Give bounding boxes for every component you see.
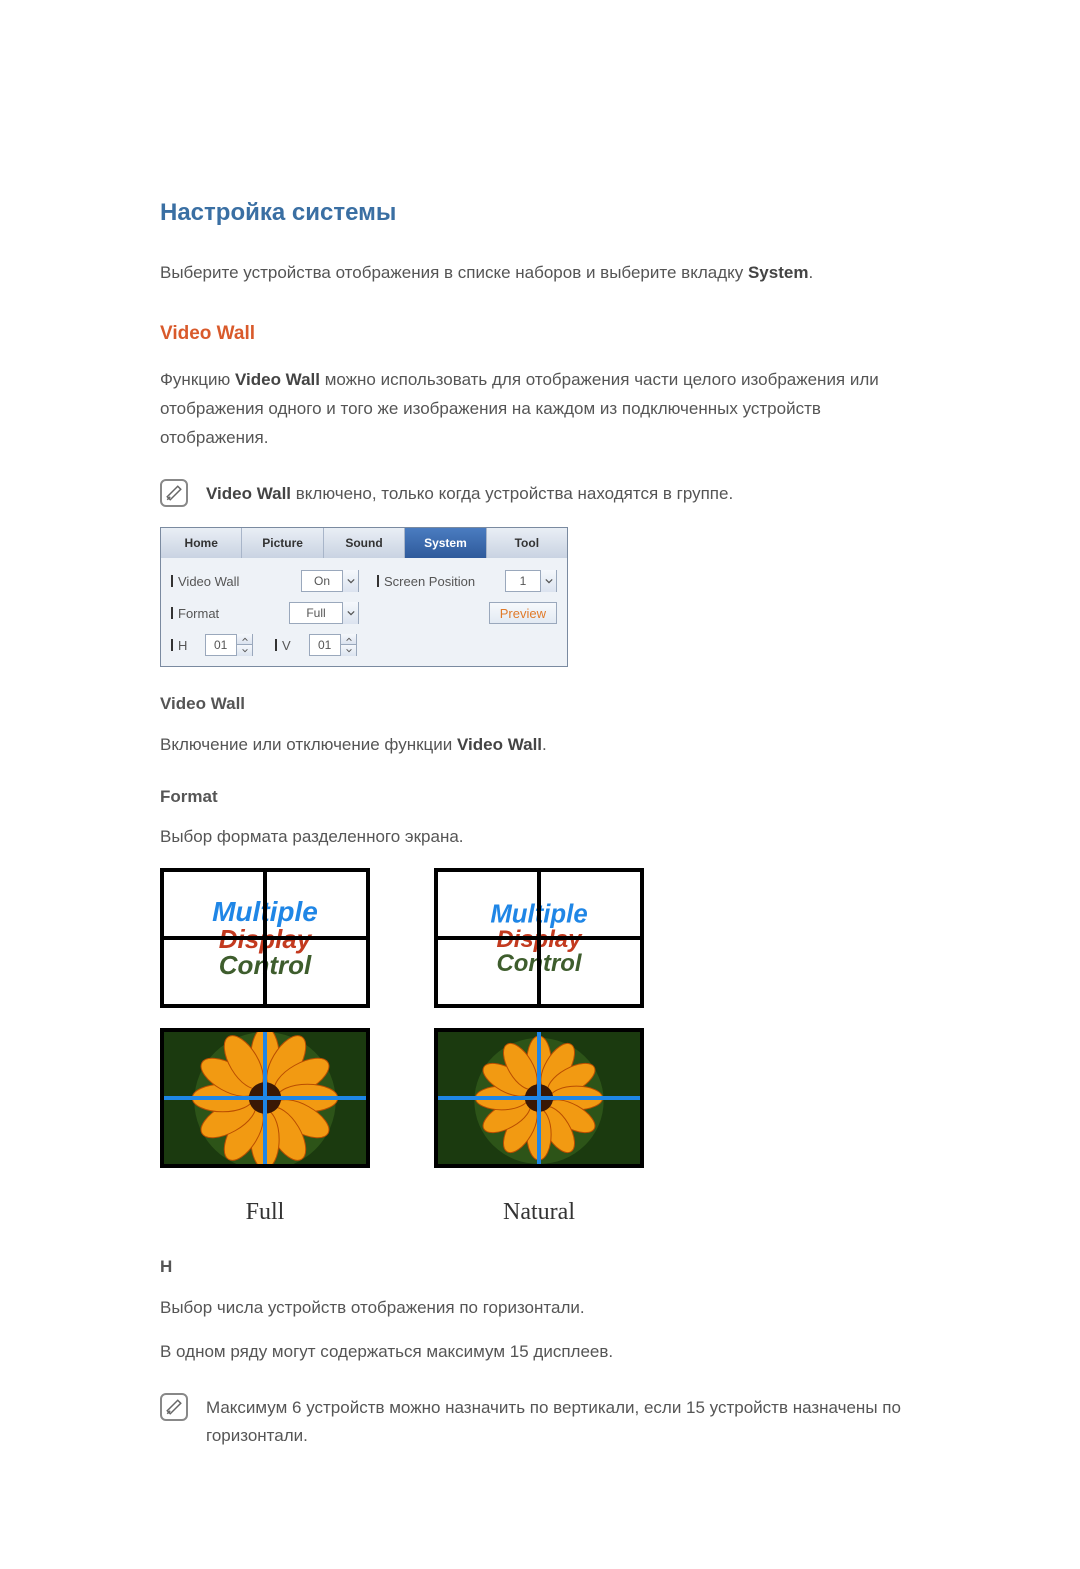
label-video-wall: Video Wall [178,572,239,592]
flower-image [164,1032,366,1164]
panel-body: Video Wall On Screen Position 1 [161,558,567,666]
paragraph-h-max: В одном ряду могут содержаться максимум … [160,1338,920,1367]
intro-text-suffix: . [808,263,813,282]
intro-text-prefix: Выберите устройства отображения в списке… [160,263,748,282]
format-illustrations: Multiple Display Control [160,868,920,1230]
system-panel: Home Picture Sound System Tool Video Wal… [160,527,568,667]
vw-toggle-bold: Video Wall [457,735,542,754]
tab-home[interactable]: Home [161,528,242,558]
field-bar-icon [275,639,277,651]
format-col-full: Multiple Display Control [160,868,370,1230]
paragraph-format-desc: Выбор формата разделенного экрана. [160,823,920,852]
tab-system[interactable]: System [405,528,486,558]
mdc-line3: Control [219,952,311,978]
spinner-h[interactable]: 01 [205,634,253,656]
preview-label: Preview [500,604,546,624]
note-row-1: Video Wall включено, только когда устрой… [160,477,920,507]
flower-image [438,1032,640,1164]
field-bar-icon [171,607,173,619]
tab-bar: Home Picture Sound System Tool [161,528,567,558]
vw-desc-prefix: Функцию [160,370,235,389]
spinner-v[interactable]: 01 [309,634,357,656]
panel-row-1: Video Wall On Screen Position 1 [171,570,557,592]
mdc-line3: Control [496,951,581,975]
pencil-note-icon [160,479,188,507]
combo-video-wall-value: On [302,572,342,590]
subheading-video-wall: Video Wall [160,691,920,717]
subheading-h: H [160,1254,920,1280]
tab-picture[interactable]: Picture [242,528,323,558]
mdc-text: Multiple Display Control [164,872,366,1004]
thumb-mdc-natural: Multiple Display Control [434,868,644,1008]
label-format: Format [178,604,219,624]
spinner-h-value: 01 [206,636,236,654]
thumb-flower-natural [434,1028,644,1168]
field-bar-icon [377,575,379,587]
mdc-line1: Multiple [212,898,318,926]
subheading-format: Format [160,784,920,810]
chevron-down-icon[interactable] [342,570,358,592]
spinner-v-value: 01 [310,636,340,654]
combo-screen-position-value: 1 [506,572,540,590]
paragraph-videowall-desc: Функцию Video Wall можно использовать дл… [160,366,920,453]
label-v: V [282,636,291,656]
label-screen-position: Screen Position [384,572,475,592]
combo-format[interactable]: Full [289,602,359,624]
combo-video-wall[interactable]: On [301,570,359,592]
vw-desc-bold: Video Wall [235,370,320,389]
field-bar-icon [171,639,173,651]
chevron-up-icon[interactable] [341,634,356,645]
note-1-bold: Video Wall [206,484,291,503]
mdc-line2: Display [496,927,581,951]
combo-screen-position[interactable]: 1 [505,570,557,592]
thumb-flower-full [160,1028,370,1168]
format-col-natural: Multiple Display Control [434,868,644,1230]
intro-text-bold: System [748,263,808,282]
tab-tool[interactable]: Tool [487,528,567,558]
heading-system-setup: Настройка системы [160,195,920,231]
field-bar-icon [171,575,173,587]
chevron-down-icon[interactable] [341,645,356,656]
note-1-rest: включено, только когда устройства находя… [291,484,733,503]
paragraph-videowall-toggle: Включение или отключение функции Video W… [160,731,920,760]
panel-row-2: Format Full Preview [171,602,557,624]
pencil-note-icon [160,1393,188,1421]
preview-button[interactable]: Preview [489,602,557,624]
mdc-line1: Multiple [490,901,587,927]
chevron-down-icon[interactable] [342,602,358,624]
heading-video-wall: Video Wall [160,320,920,349]
chevron-down-icon[interactable] [237,645,252,656]
tab-sound[interactable]: Sound [324,528,405,558]
note-row-2: Максимум 6 устройств можно назначить по … [160,1391,920,1448]
mdc-line2: Display [219,926,312,952]
caption-natural: Natural [434,1194,644,1230]
thumb-mdc-full: Multiple Display Control [160,868,370,1008]
chevron-down-icon[interactable] [540,570,556,592]
label-h: H [178,636,187,656]
chevron-up-icon[interactable] [237,634,252,645]
note-2-text: Максимум 6 устройств можно назначить по … [206,1391,920,1448]
vw-toggle-suffix: . [542,735,547,754]
vw-toggle-prefix: Включение или отключение функции [160,735,457,754]
paragraph-intro: Выберите устройства отображения в списке… [160,259,920,288]
combo-format-value: Full [290,604,342,622]
note-1-text: Video Wall включено, только когда устрой… [206,477,733,507]
panel-row-3: H 01 V 01 [171,634,557,656]
mdc-text: Multiple Display Control [446,877,632,998]
paragraph-h-desc: Выбор числа устройств отображения по гор… [160,1294,920,1323]
caption-full: Full [160,1194,370,1230]
